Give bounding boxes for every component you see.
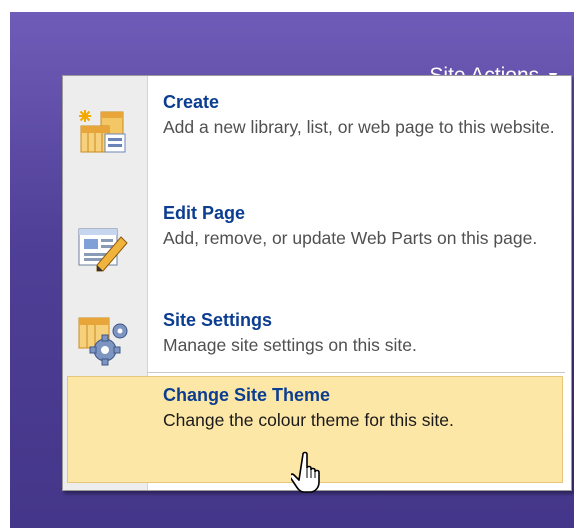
menu-item-site-settings[interactable]: Site Settings Manage site settings on th…: [63, 308, 571, 366]
site-settings-icon: [75, 316, 131, 368]
menu-item-description: Add, remove, or update Web Parts on this…: [163, 228, 538, 248]
create-icon: [75, 106, 131, 158]
menu-item-title: Edit Page: [163, 203, 246, 223]
menu-item-title: Create: [163, 92, 220, 112]
menu-item-title: Site Settings: [163, 310, 273, 330]
menu-item-title: Change Site Theme: [163, 385, 331, 405]
edit-page-icon: [75, 223, 131, 275]
menu-item-description: Manage site settings on this site.: [163, 335, 417, 355]
menu-item-edit-page[interactable]: Edit Page Add, remove, or update Web Par…: [63, 201, 571, 301]
menu-item-create[interactable]: Create Add a new library, list, or web p…: [63, 90, 571, 190]
menu-item-description: Change the colour theme for this site.: [163, 410, 454, 430]
menu-item-description: Add a new library, list, or web page to …: [163, 117, 555, 137]
hand-pointer-cursor-icon: [291, 451, 320, 493]
site-actions-dropdown: Create Add a new library, list, or web p…: [62, 75, 572, 491]
menu-separator: [147, 372, 565, 373]
